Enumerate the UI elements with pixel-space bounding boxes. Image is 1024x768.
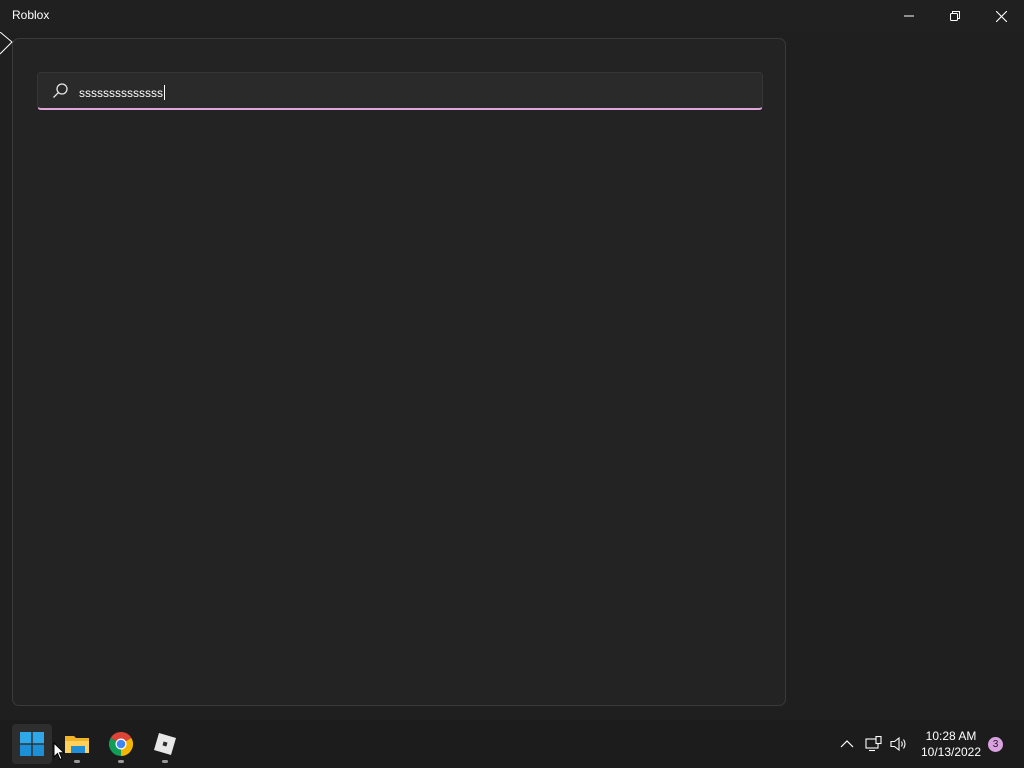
- close-icon: [995, 10, 1007, 22]
- start-button[interactable]: [12, 724, 52, 764]
- mouse-cursor-icon: [53, 742, 65, 761]
- running-indicator: [118, 760, 124, 763]
- minimize-icon: [904, 15, 914, 17]
- folder-icon: [65, 736, 89, 753]
- taskbar-chrome[interactable]: [101, 724, 141, 764]
- clock-time: 10:28 AM: [925, 729, 977, 743]
- minimize-button[interactable]: [886, 0, 932, 32]
- volume-button[interactable]: [889, 734, 909, 754]
- network-icon: [865, 736, 882, 752]
- roblox-icon: [154, 733, 176, 755]
- show-hidden-icons-button[interactable]: [837, 734, 857, 754]
- search-icon: [53, 83, 68, 98]
- close-button[interactable]: [978, 0, 1024, 32]
- notification-badge[interactable]: 3: [988, 737, 1003, 752]
- search-panel: ssssssssssssss: [12, 38, 786, 706]
- running-indicator: [162, 760, 168, 763]
- restore-icon: [950, 11, 960, 21]
- taskbar-roblox[interactable]: [145, 724, 185, 764]
- search-input-text: ssssssssssssss: [79, 85, 165, 100]
- windows-start-icon: [20, 732, 44, 756]
- chevron-up-icon: [840, 740, 854, 748]
- clock[interactable]: 10:28 AM 10/13/2022: [916, 728, 986, 760]
- clock-date: 10/13/2022: [920, 745, 982, 759]
- text-caret: [164, 85, 165, 100]
- running-indicator: [74, 760, 80, 763]
- restore-button[interactable]: [932, 0, 978, 32]
- taskbar: 10:28 AM 10/13/2022: [0, 720, 1024, 768]
- network-button[interactable]: [864, 734, 884, 754]
- volume-icon: [890, 736, 906, 752]
- title-bar[interactable]: Roblox: [0, 0, 1024, 32]
- window-title: Roblox: [12, 8, 50, 22]
- search-input[interactable]: ssssssssssssss: [37, 72, 763, 110]
- chrome-icon: [109, 732, 133, 756]
